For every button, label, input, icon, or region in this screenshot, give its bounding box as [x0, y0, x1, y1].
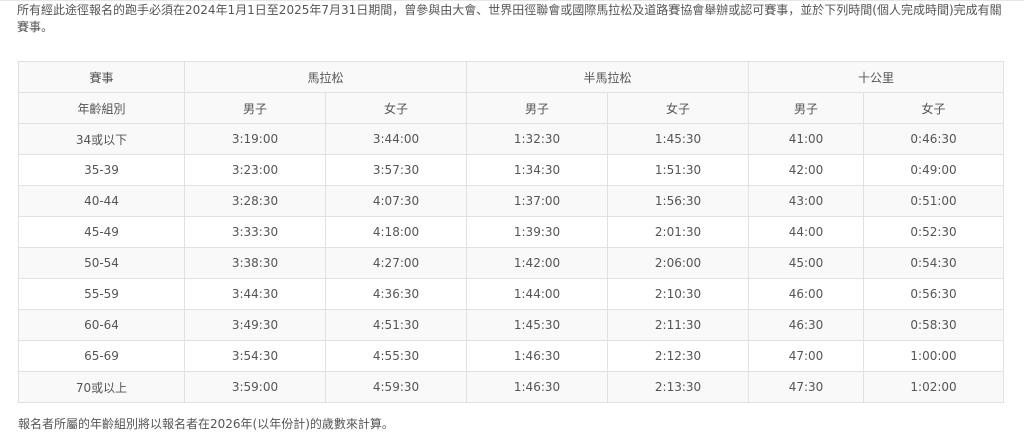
qualifying-time-table: 賽事 馬拉松 半馬拉松 十公里 年齡組別 男子 女子 男子 女子 男子 女子 3… [18, 61, 1005, 403]
ten-km-male-cell: 42:00 [748, 154, 865, 186]
half-marathon-female-cell: 1:51:30 [607, 154, 750, 186]
half-marathon-female-cell: 2:12:30 [607, 340, 750, 372]
ten-km-male-cell: 47:30 [748, 371, 865, 403]
half-marathon-female-cell: 1:45:30 [607, 123, 750, 155]
age-group-cell: 50-54 [18, 247, 185, 279]
marathon-male-cell: 3:59:00 [184, 371, 326, 403]
half-marathon-male-cell: 1:45:30 [466, 309, 609, 341]
marathon-male-header: 男子 [184, 92, 326, 124]
ten-km-female-cell: 0:58:30 [863, 309, 1005, 341]
footnote: 報名者所屬的年齡組別將以報名者在2026年(以年份計)的歲數來計算。 [18, 417, 394, 431]
table-header: 賽事 馬拉松 半馬拉松 十公里 年齡組別 男子 女子 男子 女子 男子 女子 [18, 61, 1005, 124]
marathon-female-cell: 4:18:00 [324, 216, 468, 248]
ten-km-male-cell: 45:00 [748, 247, 865, 279]
age-group-cell: 40-44 [18, 185, 185, 217]
marathon-female-cell: 4:36:30 [324, 278, 468, 310]
table-row: 50-54 3:38:30 4:27:00 1:42:00 2:06:00 45:00 0:… [18, 247, 1005, 279]
marathon-male-cell: 3:54:30 [184, 340, 326, 372]
ten-km-female-cell: 0:51:00 [863, 185, 1005, 217]
marathon-female-cell: 3:57:30 [324, 154, 468, 186]
age-group-cell: 45-49 [18, 216, 185, 248]
table-row: 70或以上 3:59:00 4:59:30 1:46:30 2:13:30 47:30 1:… [18, 371, 1005, 403]
table-row: 34或以下 3:19:00 3:44:00 1:32:30 1:45:30 41:00 0:… [18, 123, 1005, 155]
table-row: 60-64 3:49:30 4:51:30 1:45:30 2:11:30 46:30 0:… [18, 309, 1005, 341]
half-marathon-female-cell: 2:01:30 [607, 216, 750, 248]
age-group-cell: 70或以上 [18, 371, 185, 403]
half-marathon-male-cell: 1:37:00 [466, 185, 609, 217]
intro-paragraph: 所有經此途徑報名的跑手必須在2024年1月1日至2025年7月31日期間，曾參與… [17, 3, 1002, 34]
marathon-male-cell: 3:28:30 [184, 185, 326, 217]
marathon-male-cell: 3:49:30 [184, 309, 326, 341]
marathon-male-cell: 3:33:30 [184, 216, 326, 248]
half-marathon-male-cell: 1:42:00 [466, 247, 609, 279]
event-header-row: 賽事 馬拉松 半馬拉松 十公里 [18, 61, 1005, 93]
ten-km-female-header: 女子 [863, 92, 1005, 124]
marathon-male-cell: 3:23:00 [184, 154, 326, 186]
half-marathon-male-cell: 1:34:30 [466, 154, 609, 186]
half-marathon-male-header: 男子 [466, 92, 609, 124]
table-row: 35-39 3:23:00 3:57:30 1:34:30 1:51:30 42:00 0:… [18, 154, 1005, 186]
age-group-cell: 35-39 [18, 154, 185, 186]
ten-km-female-cell: 0:52:30 [863, 216, 1005, 248]
age-group-cell: 65-69 [18, 340, 185, 372]
ten-km-female-cell: 0:56:30 [863, 278, 1005, 310]
marathon-female-cell: 4:27:00 [324, 247, 468, 279]
half-marathon-female-cell: 1:56:30 [607, 185, 750, 217]
ten-km-female-cell: 0:49:00 [863, 154, 1005, 186]
age-group-column-header: 年齡組別 [18, 92, 185, 124]
marathon-male-cell: 3:44:30 [184, 278, 326, 310]
ten-km-male-header: 男子 [748, 92, 865, 124]
event-column-header: 賽事 [18, 61, 185, 93]
age-group-cell: 60-64 [18, 309, 185, 341]
ten-km-female-cell: 0:54:30 [863, 247, 1005, 279]
ten-km-male-cell: 46:30 [748, 309, 865, 341]
ten-km-male-cell: 44:00 [748, 216, 865, 248]
ten-km-female-cell: 1:02:00 [863, 371, 1005, 403]
age-group-cell: 55-59 [18, 278, 185, 310]
marathon-female-header: 女子 [324, 92, 468, 124]
marathon-female-cell: 4:59:30 [324, 371, 468, 403]
ten-km-male-cell: 41:00 [748, 123, 865, 155]
marathon-female-cell: 4:51:30 [324, 309, 468, 341]
half-marathon-male-cell: 1:46:30 [466, 371, 609, 403]
table-body: 34或以下 3:19:00 3:44:00 1:32:30 1:45:30 41:00 0:… [18, 123, 1005, 403]
ten-km-male-cell: 46:00 [748, 278, 865, 310]
half-marathon-header: 半馬拉松 [466, 61, 750, 93]
marathon-female-cell: 4:55:30 [324, 340, 468, 372]
table-row: 45-49 3:33:30 4:18:00 1:39:30 2:01:30 44:00 0:… [18, 216, 1005, 248]
ten-km-header: 十公里 [748, 61, 1005, 93]
marathon-male-cell: 3:19:00 [184, 123, 326, 155]
ten-km-male-cell: 47:00 [748, 340, 865, 372]
marathon-female-cell: 4:07:30 [324, 185, 468, 217]
half-marathon-female-cell: 2:13:30 [607, 371, 750, 403]
gender-header-row: 年齡組別 男子 女子 男子 女子 男子 女子 [18, 92, 1005, 124]
half-marathon-female-cell: 2:06:00 [607, 247, 750, 279]
top-divider [0, 0, 1024, 1]
half-marathon-female-header: 女子 [607, 92, 750, 124]
half-marathon-male-cell: 1:39:30 [466, 216, 609, 248]
half-marathon-female-cell: 2:10:30 [607, 278, 750, 310]
ten-km-female-cell: 0:46:30 [863, 123, 1005, 155]
marathon-female-cell: 3:44:00 [324, 123, 468, 155]
half-marathon-male-cell: 1:46:30 [466, 340, 609, 372]
half-marathon-female-cell: 2:11:30 [607, 309, 750, 341]
age-group-cell: 34或以下 [18, 123, 185, 155]
table-row: 40-44 3:28:30 4:07:30 1:37:00 1:56:30 43:00 0:… [18, 185, 1005, 217]
ten-km-male-cell: 43:00 [748, 185, 865, 217]
table-row: 65-69 3:54:30 4:55:30 1:46:30 2:12:30 47:00 1:… [18, 340, 1005, 372]
half-marathon-male-cell: 1:32:30 [466, 123, 609, 155]
ten-km-female-cell: 1:00:00 [863, 340, 1005, 372]
half-marathon-male-cell: 1:44:00 [466, 278, 609, 310]
table-row: 55-59 3:44:30 4:36:30 1:44:00 2:10:30 46:00 0:… [18, 278, 1005, 310]
marathon-male-cell: 3:38:30 [184, 247, 326, 279]
marathon-header: 馬拉松 [183, 61, 468, 93]
